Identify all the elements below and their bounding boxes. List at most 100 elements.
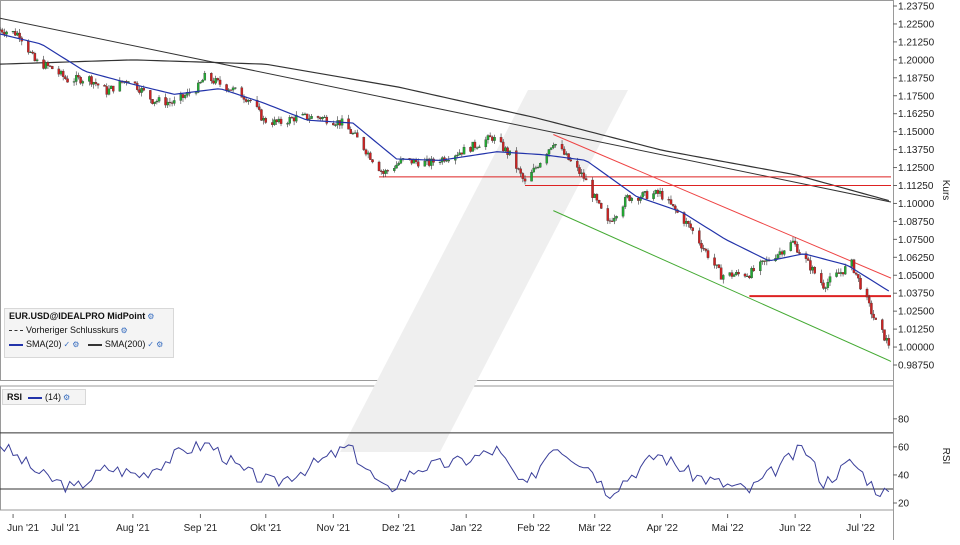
candle-body — [606, 208, 610, 221]
candle-body — [623, 196, 627, 207]
candle-body — [778, 251, 782, 255]
candle-body — [719, 267, 723, 280]
candle-body — [713, 257, 716, 266]
x-tick-label: Jun '21 — [7, 523, 39, 534]
candle-body — [841, 272, 845, 275]
y-tick-label: 0.98750 — [898, 361, 935, 372]
chart-stage: Jun '21 Jul '21 Aug '21 Sep '21 Okt '21 Nov '… — [0, 0, 960, 540]
candle-body — [621, 206, 625, 217]
candle-body — [149, 90, 152, 100]
gear-icon[interactable]: ⚙ — [63, 393, 70, 402]
candle-body — [173, 100, 176, 104]
candle-body — [356, 132, 359, 138]
candle-body — [183, 95, 187, 98]
candle-body — [338, 120, 342, 126]
candle-body — [859, 277, 862, 290]
check-icon[interactable]: ✓ — [64, 340, 71, 349]
candle-body — [626, 195, 629, 198]
candle-body — [94, 82, 98, 84]
candle-body — [806, 258, 810, 261]
candle-body — [305, 113, 309, 120]
gear-icon[interactable]: ⚙ — [121, 326, 128, 335]
candle-body — [881, 319, 884, 330]
candle-body — [386, 170, 390, 172]
candle-body — [854, 272, 858, 275]
y-tick-label: 1.12500 — [898, 163, 935, 174]
candle-body — [231, 87, 235, 91]
candle-body — [140, 88, 143, 93]
candle-body — [615, 216, 618, 219]
candle-body — [199, 82, 202, 84]
candle-body — [271, 122, 274, 125]
x-tick-label: Jul '21 — [51, 523, 80, 534]
candle-body — [244, 99, 248, 102]
candle-body — [628, 195, 631, 201]
gear-icon[interactable]: ⚙ — [156, 340, 163, 349]
candle-body — [519, 168, 522, 174]
y-tick-label: 1.11250 — [898, 181, 934, 192]
candle-body — [763, 260, 766, 262]
candle-body — [469, 146, 472, 152]
candle-body — [214, 78, 217, 84]
candle-body — [870, 302, 873, 315]
candle-body — [399, 159, 403, 164]
dash-swatch-icon — [9, 330, 23, 332]
candle-body — [521, 173, 525, 179]
candle-body — [179, 94, 183, 101]
candle-body — [279, 118, 283, 124]
candle-body — [835, 272, 838, 277]
candle-body — [377, 161, 381, 172]
candle-body — [3, 32, 6, 35]
candle-body — [486, 135, 490, 140]
candle-body — [839, 272, 843, 274]
legend-sma20-label: SMA(20) — [26, 339, 62, 349]
candle-body — [112, 85, 115, 92]
sma200-swatch-icon — [87, 343, 102, 346]
candle-body — [730, 272, 734, 277]
candle-body — [382, 171, 385, 174]
rsi-legend-period: (14) — [45, 392, 62, 402]
candle-body — [33, 53, 37, 62]
gear-icon[interactable]: ⚙ — [72, 340, 79, 349]
candle-body — [641, 192, 644, 198]
x-tick-label: Okt '21 — [250, 523, 282, 534]
legend-instrument-label: EUR.USD@IDEALPRO MidPoint — [9, 311, 146, 321]
candle-body — [473, 141, 477, 148]
candle-body — [517, 168, 520, 170]
candle-body — [700, 243, 703, 249]
candle-body — [458, 152, 461, 156]
y-axis-label: Kurs — [940, 180, 951, 201]
candle-body — [292, 117, 296, 122]
candle-body — [826, 282, 830, 288]
candle-body — [462, 146, 466, 155]
y-tick-label: 1.02500 — [898, 307, 935, 318]
candle-body — [318, 117, 322, 120]
candle-body — [637, 197, 640, 201]
x-tick-label: Dez '21 — [382, 523, 416, 534]
candle-body — [247, 99, 250, 102]
y-tick-label: 1.17500 — [898, 91, 935, 102]
gear-icon[interactable]: ⚙ — [147, 312, 154, 321]
candle-body — [578, 167, 581, 174]
check-icon[interactable]: ✓ — [147, 340, 154, 349]
candle-body — [684, 220, 688, 224]
y-tick-label: 1.10000 — [898, 199, 935, 210]
candle-body — [584, 178, 588, 181]
candle-body — [652, 193, 655, 199]
candle-body — [332, 123, 335, 126]
candle-body — [210, 72, 213, 82]
candle-body — [11, 31, 15, 33]
y-tick-label: 1.13750 — [898, 145, 935, 156]
candle-body — [752, 268, 756, 272]
x-tick-label: Feb '22 — [517, 523, 550, 534]
candle-body — [597, 200, 601, 204]
candle-body — [865, 288, 869, 298]
candle-body — [157, 97, 161, 102]
candle-body — [504, 147, 507, 152]
candle-body — [153, 101, 156, 104]
candle-body — [35, 59, 39, 62]
candle-body — [484, 139, 488, 148]
candle-body — [417, 161, 420, 167]
candle-body — [715, 264, 718, 266]
candle-body — [691, 227, 695, 231]
